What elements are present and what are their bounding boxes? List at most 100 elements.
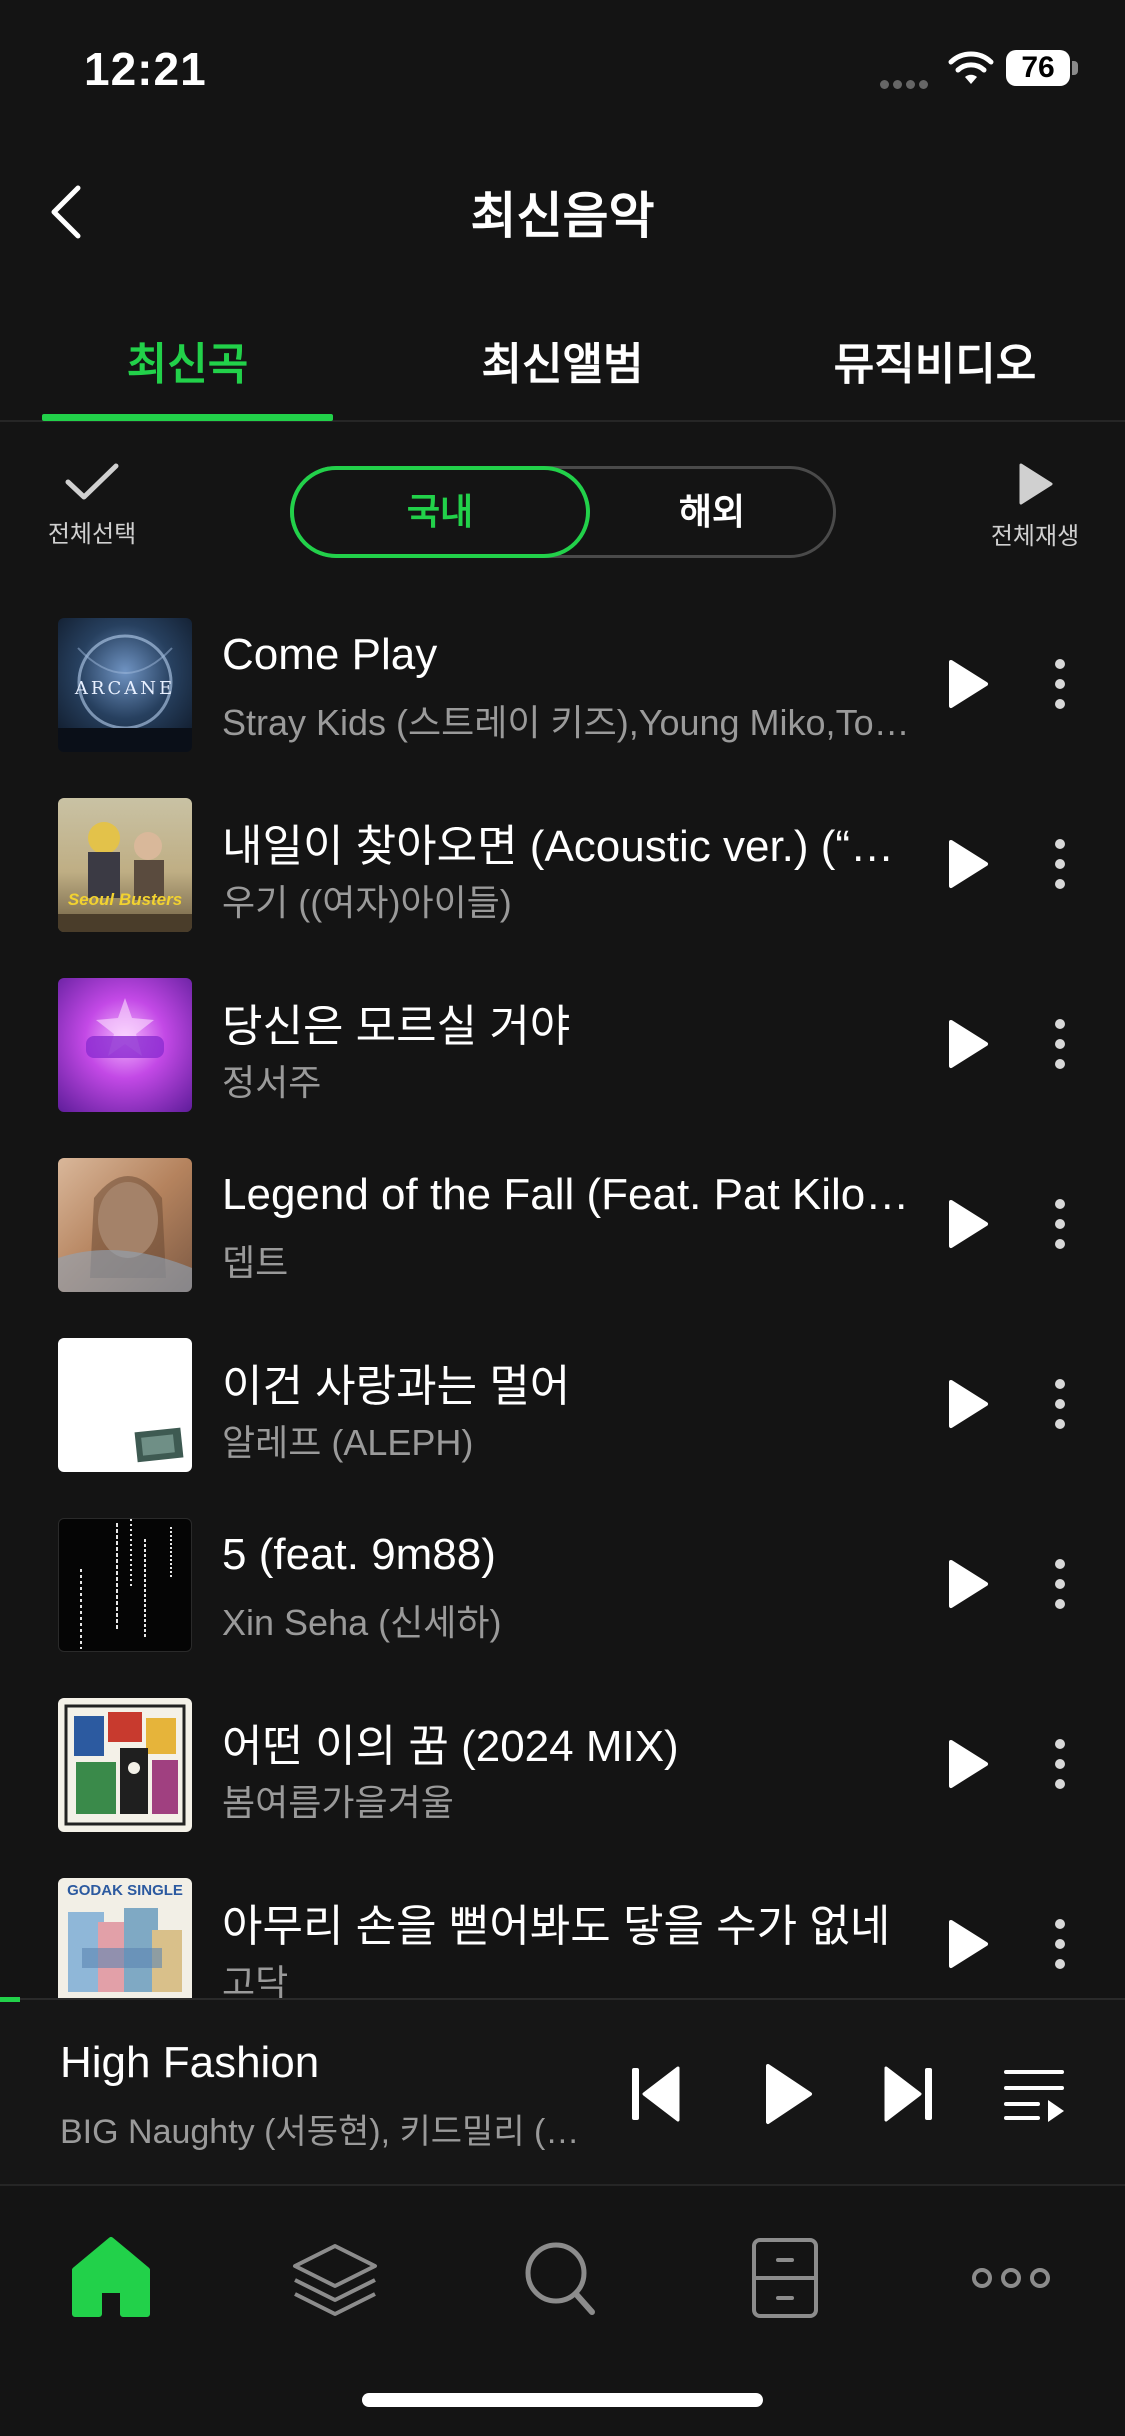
song-title: Come Play [222, 630, 438, 679]
play-icon[interactable] [946, 1018, 990, 1070]
drawer-icon [752, 2238, 818, 2318]
song-title: 이건 사랑과는 멀어 [222, 1362, 571, 1411]
album-art [58, 1338, 192, 1472]
play-icon[interactable] [946, 1378, 990, 1430]
play-all-button[interactable]: 전체재생 [980, 462, 1090, 562]
more-vertical-icon[interactable] [1046, 1016, 1074, 1072]
song-row[interactable]: GODAK SINGLE 아무리 손을 뻗어봐도 닿을 수가 없네 고닥 [0, 1854, 1125, 1998]
album-art: ARCANE [58, 618, 192, 752]
page-title: 최신음악 [470, 188, 655, 244]
song-row[interactable]: Legend of the Fall (Feat. Pat Kiloran) 뎁… [0, 1134, 1125, 1314]
play-icon[interactable] [946, 1918, 990, 1970]
playback-progress-bar[interactable] [0, 1997, 21, 2002]
album-art-graphic [86, 998, 164, 1058]
region-segmented-control: 국내 해외 [290, 466, 836, 558]
album-art-graphic [58, 1176, 192, 1292]
song-row[interactable]: 5 (feat. 9m88) Xin Seha (신세하) [0, 1494, 1125, 1674]
home-icon [72, 2237, 150, 2317]
play-icon[interactable] [946, 658, 990, 710]
home-indicator[interactable] [362, 2393, 763, 2407]
battery-indicator: 76 [1006, 50, 1078, 86]
status-time: 12:21 [84, 43, 207, 95]
album-art [58, 1158, 192, 1292]
song-row[interactable]: Seoul Busters 내일이 찾아오면 (Acoustic ver.) (… [0, 774, 1125, 954]
album-art [58, 1518, 192, 1652]
song-list: ARCANE Come Play Stray Kids (스트레이 키즈),Yo… [0, 594, 1125, 1998]
active-tab-indicator [42, 414, 333, 421]
play-all-label: 전체재생 [990, 523, 1080, 550]
tab-music-videos[interactable]: 뮤직비디오 [790, 328, 1080, 408]
app-root: 12:21 76 최신음악 최신곡 최신앨범 뮤직비디오 전체선택 국내 해외 [0, 0, 1125, 2436]
more-vertical-icon[interactable] [1046, 1736, 1074, 1792]
album-art-graphic [134, 1427, 184, 1463]
layers-icon [293, 2244, 377, 2316]
more-vertical-icon[interactable] [1046, 1556, 1074, 1612]
song-artist: 뎁트 [222, 1242, 289, 1283]
song-artist: 알레프 (ALEPH) [222, 1422, 474, 1463]
album-art-label: Seoul Busters [67, 890, 183, 909]
song-title: 당신은 모르실 거야 [222, 1002, 571, 1051]
song-artist: 우기 ((여자)아이들) [222, 882, 512, 923]
song-artist: 고닥 [222, 1962, 289, 1998]
album-art-graphic [64, 1704, 186, 1826]
play-icon[interactable] [946, 838, 990, 890]
checkmark-icon [65, 463, 119, 500]
nav-storage[interactable] [720, 2218, 850, 2328]
skip-next-icon[interactable] [880, 2062, 936, 2126]
skip-previous-icon[interactable] [628, 2062, 684, 2126]
song-row[interactable]: 이건 사랑과는 멀어 알레프 (ALEPH) [0, 1314, 1125, 1494]
play-icon[interactable] [946, 1738, 990, 1790]
song-artist: Xin Seha (신세하) [222, 1602, 502, 1643]
album-art [58, 978, 192, 1112]
song-row[interactable]: 어떤 이의 꿈 (2024 MIX) 봄여름가을겨울 [0, 1674, 1125, 1854]
album-art-graphic [80, 1519, 172, 1649]
album-art: GODAK SINGLE [58, 1878, 192, 1998]
wifi-icon [948, 51, 994, 84]
more-vertical-icon[interactable] [1046, 836, 1074, 892]
play-icon[interactable] [946, 1558, 990, 1610]
now-playing-artist: BIG Naughty (서동현), 키드밀리 (Kid Milli) [60, 2113, 590, 2151]
status-bar: 12:21 76 [0, 0, 1125, 140]
more-vertical-icon[interactable] [1046, 656, 1074, 712]
play-icon[interactable] [760, 2062, 816, 2126]
nav-search[interactable] [496, 2218, 626, 2328]
album-art [58, 1698, 192, 1832]
playlist-icon[interactable] [1004, 2062, 1066, 2126]
song-row[interactable]: 당신은 모르실 거야 정서주 [0, 954, 1125, 1134]
nav-home[interactable] [46, 2218, 176, 2328]
song-artist: 정서주 [222, 1062, 322, 1103]
tab-bar-top: 최신곡 최신앨범 뮤직비디오 [0, 318, 1125, 422]
song-artist: Stray Kids (스트레이 키즈),Young Miko,Tom More… [222, 702, 922, 743]
more-vertical-icon[interactable] [1046, 1376, 1074, 1432]
album-art-label: ARCANE [74, 678, 176, 699]
tab-latest-songs[interactable]: 최신곡 [42, 328, 333, 408]
song-title: 어떤 이의 꿈 (2024 MIX) [222, 1722, 679, 1771]
battery-tip [1072, 61, 1078, 75]
tab-latest-albums[interactable]: 최신앨범 [420, 328, 705, 408]
album-art-label: GODAK SINGLE [67, 1882, 183, 1899]
more-vertical-icon[interactable] [1046, 1196, 1074, 1252]
album-art: Seoul Busters [58, 798, 192, 932]
play-icon[interactable] [946, 1198, 990, 1250]
segment-domestic[interactable]: 국내 [290, 466, 590, 558]
search-icon [525, 2242, 595, 2315]
cellular-signal-icon [880, 76, 934, 89]
battery-level: 76 [1006, 50, 1070, 86]
album-art-graphic [58, 822, 192, 932]
segment-foreign[interactable]: 해외 [589, 469, 835, 555]
more-vertical-icon[interactable] [1046, 1916, 1074, 1972]
song-title: Legend of the Fall (Feat. Pat Kiloran) [222, 1170, 922, 1219]
select-all-button[interactable]: 전체선택 [40, 462, 144, 562]
mini-player[interactable]: High Fashion BIG Naughty (서동현), 키드밀리 (Ki… [0, 1997, 1125, 2186]
now-playing-title: High Fashion [60, 2038, 320, 2087]
song-artist: 봄여름가을겨울 [222, 1782, 454, 1823]
song-title: 내일이 찾아오면 (Acoustic ver.) (“서울버스터즈” OST) [222, 822, 922, 871]
song-title: 아무리 손을 뻗어봐도 닿을 수가 없네 [222, 1902, 891, 1951]
play-icon [1019, 463, 1053, 505]
song-row[interactable]: ARCANE Come Play Stray Kids (스트레이 키즈),Yo… [0, 594, 1125, 774]
song-title: 5 (feat. 9m88) [222, 1530, 496, 1579]
more-icon [972, 2268, 1050, 2288]
nav-library[interactable] [270, 2218, 400, 2328]
nav-more[interactable] [946, 2218, 1076, 2328]
select-all-label: 전체선택 [47, 521, 137, 548]
